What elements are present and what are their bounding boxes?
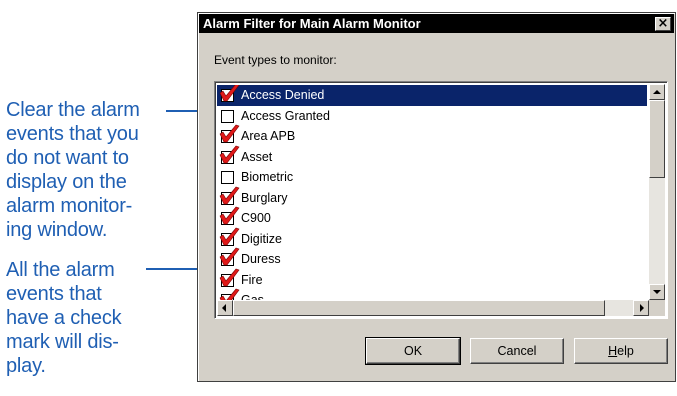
list-item[interactable]: C900 xyxy=(217,206,647,229)
event-label: Burglary xyxy=(241,190,288,205)
ok-button[interactable]: OK xyxy=(365,337,461,365)
arrow-up-icon xyxy=(653,90,661,94)
checkmark-icon xyxy=(219,186,240,204)
callout-checked-events: All the alarm events that have a check mark… xyxy=(6,259,122,377)
event-types-items: Access Denied Access Granted Area APB Asset… xyxy=(217,85,647,302)
dialog-title: Alarm Filter for Main Alarm Monitor xyxy=(203,16,421,31)
list-item[interactable]: Area APB xyxy=(217,124,647,147)
event-label: C900 xyxy=(241,211,271,225)
event-label: Biometric xyxy=(241,170,294,184)
horizontal-scroll-thumb[interactable] xyxy=(233,300,605,316)
event-label: Asset xyxy=(241,149,273,164)
list-item[interactable]: Access Denied xyxy=(217,85,647,106)
checkmark-icon xyxy=(219,124,240,143)
vertical-scroll-thumb[interactable] xyxy=(649,100,665,178)
callout-clear-events: Clear the alarm events that you do not wan… xyxy=(6,99,140,241)
list-item[interactable]: Duress xyxy=(217,247,647,270)
arrow-left-icon xyxy=(222,304,226,312)
event-label: Digitize xyxy=(241,231,282,246)
event-types-list[interactable]: Access Denied Access Granted Area APB Asset… xyxy=(214,81,668,319)
title-bar[interactable]: Alarm Filter for Main Alarm Monitor × xyxy=(199,14,674,33)
event-label: Access Denied xyxy=(241,88,325,102)
alarm-filter-dialog: Alarm Filter for Main Alarm Monitor × Ev… xyxy=(197,12,676,382)
event-label: Duress xyxy=(241,252,281,266)
scroll-left-button[interactable] xyxy=(217,300,233,316)
event-label: Fire xyxy=(241,272,263,287)
checkmark-icon xyxy=(219,268,240,286)
event-checkbox[interactable] xyxy=(221,109,234,123)
arrow-right-icon xyxy=(640,304,644,312)
arrow-down-icon xyxy=(653,290,661,294)
list-item[interactable]: Fire xyxy=(217,268,647,291)
event-label: Area APB xyxy=(241,129,296,143)
event-checkbox[interactable] xyxy=(221,171,234,184)
horizontal-scrollbar[interactable] xyxy=(217,300,649,316)
checkmark-icon xyxy=(219,85,240,102)
vertical-scrollbar[interactable] xyxy=(649,84,665,300)
list-item[interactable]: Biometric xyxy=(217,167,647,188)
checkmark-icon xyxy=(219,227,240,245)
scroll-up-button[interactable] xyxy=(649,84,665,100)
help-button[interactable]: Help xyxy=(574,338,668,364)
list-item[interactable]: Asset xyxy=(217,145,647,168)
list-item[interactable]: Burglary xyxy=(217,186,647,209)
scroll-right-button[interactable] xyxy=(633,300,649,316)
list-item[interactable]: Access Granted xyxy=(217,106,647,127)
event-types-label: Event types to monitor: xyxy=(214,53,337,67)
cancel-button[interactable]: Cancel xyxy=(470,338,564,364)
scrollbar-corner xyxy=(649,300,665,316)
event-label: Access Granted xyxy=(241,108,330,123)
scroll-down-button[interactable] xyxy=(649,284,665,300)
checkmark-icon xyxy=(219,206,240,225)
list-item[interactable]: Digitize xyxy=(217,227,647,250)
close-icon[interactable]: × xyxy=(655,17,671,31)
checkmark-icon xyxy=(219,145,240,163)
checkmark-icon xyxy=(219,247,240,266)
